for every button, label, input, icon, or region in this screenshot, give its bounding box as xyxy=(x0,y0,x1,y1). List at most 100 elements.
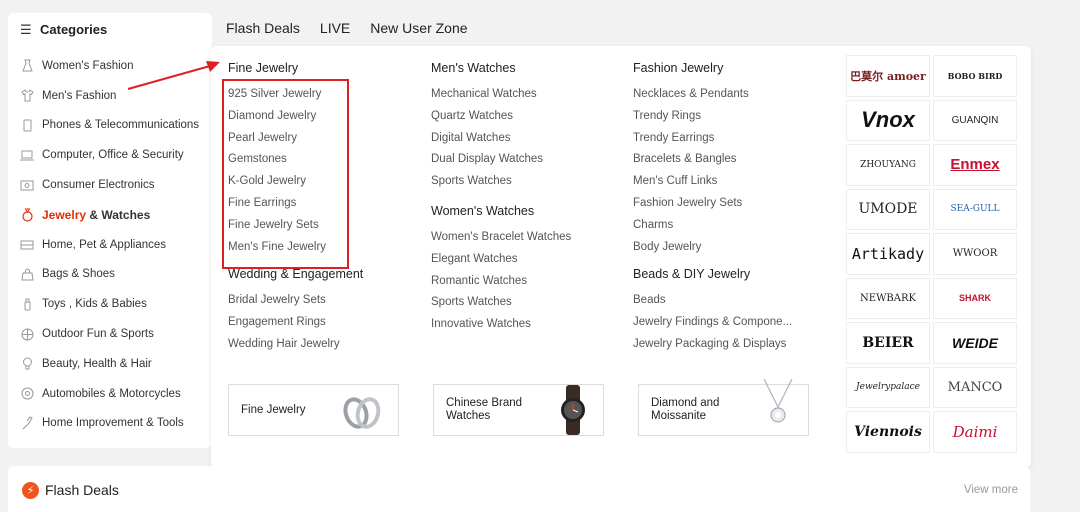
brand-logo-shark[interactable]: SHARK xyxy=(933,277,1017,319)
menu-link[interactable]: Quartz Watches xyxy=(431,106,621,128)
phone-icon xyxy=(20,118,34,132)
sidebar-item-label: Home Improvement & Tools xyxy=(42,417,184,430)
menu-link[interactable]: Necklaces & Pendants xyxy=(633,84,823,106)
sidebar-item-outdoor[interactable]: Outdoor Fun & Sports xyxy=(8,319,212,349)
menu-link[interactable]: Trendy Rings xyxy=(633,106,823,128)
rings-icon xyxy=(343,397,381,429)
brand-logo-guanqin[interactable]: GUANQIN xyxy=(933,99,1017,141)
menu-link[interactable]: Dual Display Watches xyxy=(431,149,621,171)
menu-link[interactable]: Fine Earrings xyxy=(228,193,418,215)
brand-logo-amoer[interactable]: 巴莫尔 amoer xyxy=(846,55,930,97)
sidebar-item-beauty[interactable]: Beauty, Health & Hair xyxy=(8,349,212,379)
menu-link[interactable]: Elegant Watches xyxy=(431,249,621,271)
menu-link[interactable]: Pearl Jewelry xyxy=(228,128,418,150)
sidebar-item-computer[interactable]: Computer, Office & Security xyxy=(8,140,212,170)
bottle-icon xyxy=(20,297,34,311)
brand-logo-wwoor[interactable]: WWOOR xyxy=(933,233,1017,275)
sidebar-item-automobiles[interactable]: Automobiles & Motorcycles xyxy=(8,379,212,409)
sidebar-item-phones[interactable]: Phones & Telecommunications xyxy=(8,111,212,141)
menu-link[interactable]: Body Jewelry xyxy=(633,237,823,259)
menu-column-fashion-jewelry: Fashion Jewelry Necklaces & Pendants Tre… xyxy=(633,58,823,356)
brand-logo-bobo-bird[interactable]: BOBO BIRD xyxy=(933,55,1017,97)
menu-link[interactable]: Sports Watches xyxy=(431,171,621,193)
watch-icon xyxy=(561,385,585,435)
menu-link[interactable]: K-Gold Jewelry xyxy=(228,171,418,193)
menu-link[interactable]: Gemstones xyxy=(228,149,418,171)
menu-link[interactable]: Beads xyxy=(633,290,823,312)
promo-card-fine-jewelry[interactable]: Fine Jewelry xyxy=(228,384,399,436)
sidebar-item-label: Beauty, Health & Hair xyxy=(42,357,152,370)
menu-link[interactable]: Men's Fine Jewelry xyxy=(228,237,418,259)
menu-link[interactable]: Sports Watches xyxy=(431,292,621,314)
menu-link[interactable]: Engagement Rings xyxy=(228,312,418,334)
menu-heading-wedding[interactable]: Wedding & Engagement xyxy=(228,264,418,284)
sidebar-item-label: Bags & Shoes xyxy=(42,268,115,281)
nav-flash-deals[interactable]: Flash Deals xyxy=(226,20,300,36)
menu-link[interactable]: Fine Jewelry Sets xyxy=(228,215,418,237)
menu-link[interactable]: Digital Watches xyxy=(431,128,621,150)
brand-logo-manco[interactable]: MANCO xyxy=(933,366,1017,408)
brand-logo-vnox[interactable]: Vnox xyxy=(846,99,930,141)
bulb-icon xyxy=(20,357,34,371)
menu-link[interactable]: Jewelry Findings & Compone... xyxy=(633,312,823,334)
dress-icon xyxy=(20,59,34,73)
sidebar-item-home-pet[interactable]: Home, Pet & Appliances xyxy=(8,230,212,260)
nav-new-user-zone[interactable]: New User Zone xyxy=(370,20,467,36)
tool-icon xyxy=(20,416,34,430)
ball-icon xyxy=(20,327,34,341)
brand-logo-viennois[interactable]: Viennois xyxy=(846,411,930,453)
menu-link[interactable]: Fashion Jewelry Sets xyxy=(633,193,823,215)
brand-logo-artikady[interactable]: Artikady xyxy=(846,233,930,275)
sidebar-item-toys-kids[interactable]: Toys , Kids & Babies xyxy=(8,289,212,319)
categories-label: Categories xyxy=(40,22,108,37)
camera-icon xyxy=(20,178,34,192)
menu-link[interactable]: Trendy Earrings xyxy=(633,128,823,150)
sidebar-item-jewelry-watches[interactable]: Jewelry & Watches xyxy=(8,199,212,230)
brand-logo-umode[interactable]: UMODE xyxy=(846,188,930,230)
bag-icon xyxy=(20,267,34,281)
promo-card-chinese-watches[interactable]: Chinese Brand Watches xyxy=(433,384,604,436)
sidebar-item-home-improvement[interactable]: Home Improvement & Tools xyxy=(8,409,212,439)
sidebar-item-mens-fashion[interactable]: Men's Fashion xyxy=(8,81,212,111)
flash-deals-section: ⚡ Flash Deals View more xyxy=(8,466,1030,512)
menu-link[interactable]: Women's Bracelet Watches xyxy=(431,227,621,249)
brand-logo-seagull[interactable]: SEA-GULL xyxy=(933,188,1017,230)
menu-link[interactable]: Bridal Jewelry Sets xyxy=(228,290,418,312)
menu-link[interactable]: Men's Cuff Links xyxy=(633,171,823,193)
brand-logo-zhouyang[interactable]: ZHOUYANG xyxy=(846,144,930,186)
brand-logo-jewelrypalace[interactable]: Jewelrypalace xyxy=(846,366,930,408)
sidebar-item-consumer-electronics[interactable]: Consumer Electronics xyxy=(8,170,212,200)
categories-header[interactable]: ☰ Categories xyxy=(8,13,212,46)
brand-logo-newbark[interactable]: NEWBARK xyxy=(846,277,930,319)
menu-link[interactable]: Jewelry Packaging & Displays xyxy=(633,334,823,356)
menu-heading-beads-diy[interactable]: Beads & DIY Jewelry xyxy=(633,264,823,284)
menu-heading-fine-jewelry[interactable]: Fine Jewelry xyxy=(228,58,418,78)
sidebar-item-bags-shoes[interactable]: Bags & Shoes xyxy=(8,260,212,290)
sidebar-item-womens-fashion[interactable]: Women's Fashion xyxy=(8,51,212,81)
menu-heading-fashion-jewelry[interactable]: Fashion Jewelry xyxy=(633,58,823,78)
laptop-icon xyxy=(20,148,34,162)
top-nav-links: Flash Deals LIVE New User Zone xyxy=(226,20,468,36)
menu-link[interactable]: Charms xyxy=(633,215,823,237)
menu-link[interactable]: Bracelets & Bangles xyxy=(633,149,823,171)
menu-link[interactable]: 925 Silver Jewelry xyxy=(228,84,418,106)
menu-link[interactable]: Diamond Jewelry xyxy=(228,106,418,128)
brand-logo-enmex[interactable]: Enmex xyxy=(933,144,1017,186)
sidebar-item-label: Outdoor Fun & Sports xyxy=(42,328,154,341)
promo-label: Fine Jewelry xyxy=(241,403,306,416)
brand-logo-daimi[interactable]: Daimi xyxy=(933,411,1017,453)
menu-link[interactable]: Mechanical Watches xyxy=(431,84,621,106)
menu-link[interactable]: Innovative Watches xyxy=(431,314,621,336)
sidebar-item-label: Home, Pet & Appliances xyxy=(42,238,167,251)
nav-live[interactable]: LIVE xyxy=(320,20,350,36)
menu-heading-womens-watches[interactable]: Women's Watches xyxy=(431,201,621,221)
promo-card-diamond[interactable]: Diamond and Moissanite xyxy=(638,378,809,436)
menu-link[interactable]: Wedding Hair Jewelry xyxy=(228,334,418,356)
menu-link[interactable]: Romantic Watches xyxy=(431,271,621,293)
view-more-link[interactable]: View more xyxy=(964,484,1018,496)
promo-label: Diamond and Moissanite xyxy=(651,397,720,422)
brand-logo-beier[interactable]: BEIER xyxy=(846,322,930,364)
menu-heading-mens-watches[interactable]: Men's Watches xyxy=(431,58,621,78)
sidebar-item-label: Toys , Kids & Babies xyxy=(42,298,147,311)
brand-logo-weide[interactable]: WEIDE xyxy=(933,322,1017,364)
